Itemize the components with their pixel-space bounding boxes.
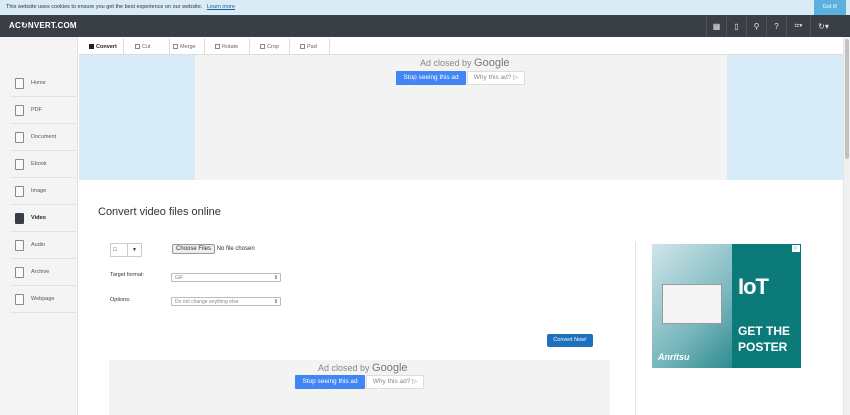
tab-label: Crop [267, 43, 279, 50]
ad-closed-text: Ad closed by Google [420, 57, 510, 69]
tab-rotate[interactable]: Rotate [205, 38, 250, 55]
select-arrows-icon: ⇕ [273, 299, 278, 305]
sidebar: Home PDF Document Ebook Image Video Audi… [0, 37, 78, 415]
tab-pad[interactable]: Pad [290, 38, 330, 55]
banner-line-1: GET THE [738, 324, 791, 338]
ad-closed-bottom: Ad closed by Google Stop seeing this ad … [109, 360, 610, 415]
sidebar-item-webpage[interactable]: Webpage [10, 286, 76, 313]
tab-label: Convert [96, 43, 117, 50]
tab-label: Merge [180, 43, 196, 50]
banner-line-2: POSTER [738, 340, 788, 354]
learn-more-link[interactable]: Learn more [207, 4, 235, 10]
tab-checkbox-icon [260, 44, 265, 49]
sidebar-item-audio[interactable]: Audio [10, 232, 76, 259]
why-this-ad-button[interactable]: Why this ad? ▷ [366, 375, 424, 389]
tab-checkbox-icon [173, 44, 178, 49]
home-icon [15, 77, 24, 89]
sidebar-item-home[interactable]: Home [10, 70, 76, 97]
page-title: Convert video files online [98, 206, 221, 218]
ad-side-right [727, 55, 843, 180]
site-logo[interactable]: AC↻NVERT.COM [9, 21, 77, 30]
webpage-icon [15, 293, 24, 305]
ad-closed-text: Ad closed by Google [318, 362, 408, 374]
tab-checkbox-icon [215, 44, 220, 49]
choose-files-button[interactable]: Choose Files [172, 244, 216, 254]
sidebar-item-ebook[interactable]: Ebook [10, 151, 76, 178]
tab-label: Pad [307, 43, 317, 50]
grid-icon[interactable]: ▦ [706, 15, 726, 37]
ebook-icon [15, 158, 24, 170]
tool-tabs: Convert Cut Merge Rotate Crop Pad [79, 38, 850, 55]
image-icon [15, 185, 24, 197]
sidebar-item-label: Image [31, 188, 47, 194]
target-format-label: Target format: [110, 272, 144, 278]
refresh-icon[interactable]: ↻▾ [810, 15, 836, 37]
sidebar-item-document[interactable]: Document [10, 124, 76, 151]
why-this-ad-button[interactable]: Why this ad? ▷ [467, 71, 525, 85]
tab-label: Rotate [222, 43, 239, 50]
video-icon [15, 212, 24, 224]
search-icon[interactable]: ⚲ [746, 15, 766, 37]
no-file-text: No file chosen [216, 246, 255, 252]
document-icon [15, 131, 24, 143]
select-arrows-icon: ⇕ [273, 275, 278, 281]
sidebar-item-label: Audio [31, 242, 46, 248]
iot-banner-ad[interactable]: IoT GET THE POSTER Anritsu ▷ [652, 244, 801, 368]
tab-checkbox-icon [300, 44, 305, 49]
ad-closed-label: Ad closed by [420, 58, 472, 68]
sidebar-item-label: PDF [31, 107, 42, 113]
divider [635, 242, 636, 415]
sidebar-item-pdf[interactable]: PDF [10, 97, 76, 124]
sidebar-item-archive[interactable]: Archive [10, 259, 76, 286]
tab-checkbox-icon [89, 44, 94, 49]
cookie-banner: This website uses cookies to ensure you … [0, 0, 850, 15]
got-it-button[interactable]: Got it! [814, 0, 846, 15]
bookmark-icon[interactable]: ▯ [726, 15, 746, 37]
options-value: Do not change anything else [175, 299, 239, 305]
sidebar-item-label: Archive [31, 269, 50, 275]
help-icon[interactable]: ? [766, 15, 786, 37]
stop-seeing-ad-button[interactable]: Stop seeing this ad [396, 71, 466, 85]
scrollbar-thumb[interactable] [845, 39, 849, 159]
file-source-dropdown[interactable]: □ ▼ [110, 243, 142, 257]
sidebar-item-label: Home [31, 80, 46, 86]
tab-label: Cut [142, 43, 151, 50]
sidebar-item-label: Document [31, 134, 57, 140]
pdf-icon [15, 104, 24, 116]
tab-merge[interactable]: Merge [163, 38, 205, 55]
banner-brand: Anritsu [658, 352, 690, 362]
banner-headline: IoT [738, 274, 769, 299]
options-label: Options: [110, 297, 131, 303]
target-format-select[interactable]: GIF ⇕ [171, 273, 281, 282]
banner-poster-thumbnail [662, 284, 722, 324]
sidebar-item-label: Webpage [31, 296, 55, 302]
file-picker: Choose Files No file chosen [172, 244, 255, 254]
adchoices-icon[interactable]: ▷ [792, 245, 800, 252]
ad-closed-label: Ad closed by [318, 363, 370, 373]
ad-side-left [79, 55, 195, 180]
page-scrollbar[interactable] [843, 37, 850, 415]
audio-icon [15, 239, 24, 251]
tab-convert[interactable]: Convert [79, 38, 124, 55]
options-select[interactable]: Do not change anything else ⇕ [171, 297, 281, 306]
google-logo: Google [372, 362, 408, 374]
file-icon: □ [113, 247, 117, 253]
language-icon[interactable]: ⌗▾ [786, 15, 810, 37]
target-format-value: GIF [175, 275, 184, 281]
sidebar-item-label: Video [31, 215, 46, 221]
convert-now-button[interactable]: Convert Now! [547, 334, 593, 347]
archive-icon [15, 266, 24, 278]
sidebar-item-video[interactable]: Video [10, 205, 76, 232]
google-logo: Google [474, 57, 510, 69]
tab-checkbox-icon [135, 44, 140, 49]
stop-seeing-ad-button[interactable]: Stop seeing this ad [295, 375, 365, 389]
ad-closed-top: Ad closed by Google Stop seeing this ad … [195, 55, 727, 180]
sidebar-item-label: Ebook [31, 161, 47, 167]
cookie-text: This website uses cookies to ensure you … [6, 4, 203, 10]
tab-crop[interactable]: Crop [250, 38, 290, 55]
sidebar-item-image[interactable]: Image [10, 178, 76, 205]
chevron-down-icon: ▼ [127, 244, 141, 256]
